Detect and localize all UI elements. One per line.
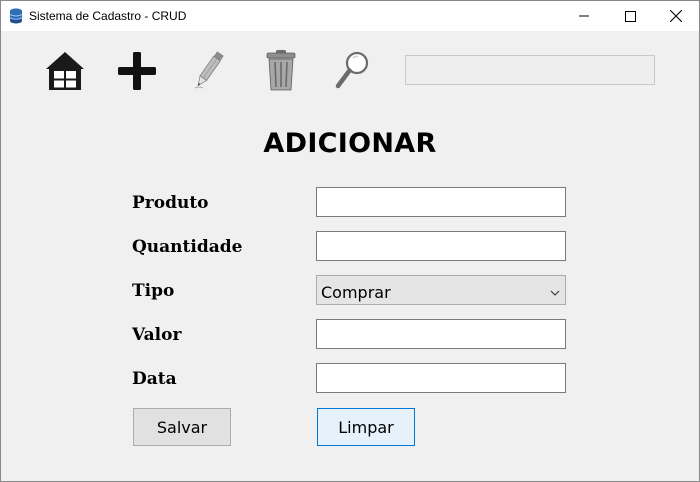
- maximize-button[interactable]: [607, 1, 653, 31]
- minimize-button[interactable]: [561, 1, 607, 31]
- trash-icon: [266, 50, 296, 91]
- quantidade-input[interactable]: [316, 231, 566, 261]
- data-label: Data: [132, 369, 177, 389]
- delete-button[interactable]: [259, 47, 303, 93]
- valor-label: Valor: [132, 325, 182, 345]
- home-button[interactable]: [43, 49, 87, 93]
- window-title: Sistema de Cadastro - CRUD: [29, 9, 187, 23]
- app-window: Sistema de Cadastro - CRUD ADICIONAR Pro…: [0, 0, 700, 482]
- quantidade-label: Quantidade: [132, 237, 243, 257]
- form-heading: ADICIONAR: [263, 128, 437, 159]
- pencil-icon: [194, 51, 224, 89]
- search-button[interactable]: [331, 47, 375, 93]
- close-button[interactable]: [653, 1, 699, 31]
- maximize-icon: [624, 10, 636, 22]
- close-icon: [670, 10, 682, 22]
- chevron-down-icon: [550, 285, 560, 303]
- search-input[interactable]: [405, 55, 655, 85]
- plus-icon: [118, 52, 156, 90]
- tipo-selected-value: Comprar: [321, 283, 391, 302]
- magnifier-icon: [335, 51, 369, 89]
- produto-input[interactable]: [316, 187, 566, 217]
- edit-button[interactable]: [187, 47, 231, 93]
- produto-label: Produto: [132, 193, 209, 213]
- add-button[interactable]: [115, 49, 159, 93]
- home-icon: [46, 52, 84, 90]
- title-bar: Sistema de Cadastro - CRUD: [1, 1, 699, 31]
- save-button[interactable]: Salvar: [133, 408, 231, 446]
- valor-input[interactable]: [316, 319, 566, 349]
- clear-button[interactable]: Limpar: [317, 408, 415, 446]
- database-icon: [9, 8, 23, 24]
- tipo-select[interactable]: Comprar: [316, 275, 566, 305]
- minimize-icon: [579, 15, 589, 17]
- data-input[interactable]: [316, 363, 566, 393]
- tipo-label: Tipo: [132, 281, 175, 301]
